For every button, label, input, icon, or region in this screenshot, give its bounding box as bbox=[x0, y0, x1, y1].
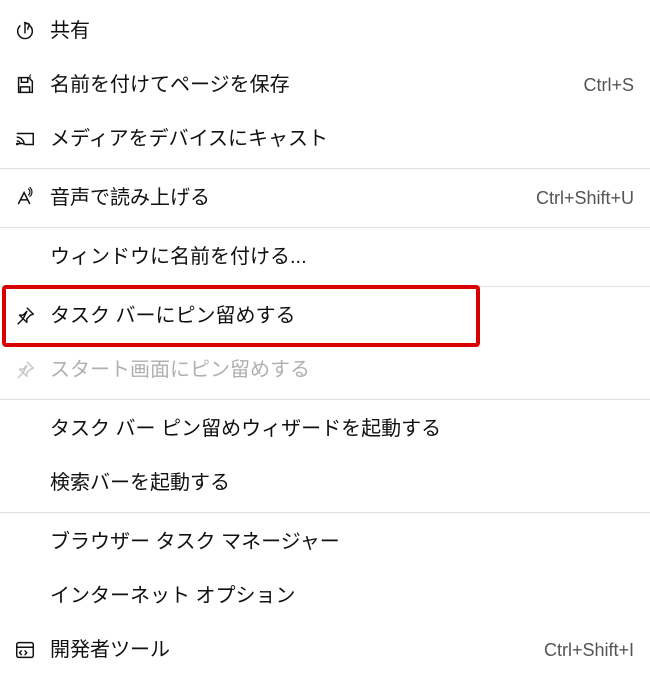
read-aloud-icon bbox=[14, 185, 44, 211]
menu-item-launch-pin-wizard[interactable]: タスク バー ピン留めウィザードを起動する bbox=[0, 402, 650, 456]
dev-tools-icon bbox=[14, 637, 44, 663]
pin-icon bbox=[14, 357, 44, 383]
menu-item-label: ブラウザー タスク マネージャー bbox=[50, 528, 634, 556]
menu-item-shortcut: Ctrl+Shift+U bbox=[536, 188, 634, 209]
menu-separator bbox=[0, 227, 650, 228]
menu-separator bbox=[0, 168, 650, 169]
menu-separator bbox=[0, 512, 650, 513]
context-menu: 共有 名前を付けてページを保存 Ctrl+S メディアをデバイスにキャスト bbox=[0, 0, 650, 681]
menu-item-task-manager[interactable]: ブラウザー タスク マネージャー bbox=[0, 515, 650, 569]
menu-item-label: インターネット オプション bbox=[50, 582, 634, 610]
menu-separator bbox=[0, 399, 650, 400]
menu-item-launch-searchbar[interactable]: 検索バーを起動する bbox=[0, 456, 650, 510]
menu-item-dev-tools[interactable]: 開発者ツール Ctrl+Shift+I bbox=[0, 623, 650, 677]
menu-item-read-aloud[interactable]: 音声で読み上げる Ctrl+Shift+U bbox=[0, 171, 650, 225]
menu-item-label: タスク バー ピン留めウィザードを起動する bbox=[50, 415, 634, 443]
share-icon bbox=[14, 18, 44, 44]
menu-item-label: 音声で読み上げる bbox=[50, 184, 524, 212]
menu-separator bbox=[0, 286, 650, 287]
menu-item-label: 検索バーを起動する bbox=[50, 469, 634, 497]
menu-item-pin-taskbar[interactable]: タスク バーにピン留めする bbox=[0, 289, 650, 343]
menu-item-pin-start: スタート画面にピン留めする bbox=[0, 343, 650, 397]
menu-item-label: メディアをデバイスにキャスト bbox=[50, 125, 634, 153]
menu-item-label: 共有 bbox=[50, 17, 634, 45]
menu-item-label: 名前を付けてページを保存 bbox=[50, 71, 571, 99]
menu-item-save-page[interactable]: 名前を付けてページを保存 Ctrl+S bbox=[0, 58, 650, 112]
menu-item-cast[interactable]: メディアをデバイスにキャスト bbox=[0, 112, 650, 166]
save-icon bbox=[14, 72, 44, 98]
pin-icon bbox=[14, 303, 44, 329]
menu-item-internet-options[interactable]: インターネット オプション bbox=[0, 569, 650, 623]
menu-item-shortcut: Ctrl+S bbox=[583, 75, 634, 96]
menu-item-label: タスク バーにピン留めする bbox=[50, 302, 634, 330]
menu-item-name-window[interactable]: ウィンドウに名前を付ける... bbox=[0, 230, 650, 284]
menu-item-shortcut: Ctrl+Shift+I bbox=[544, 640, 634, 661]
menu-item-share[interactable]: 共有 bbox=[0, 4, 650, 58]
menu-item-label: ウィンドウに名前を付ける... bbox=[50, 243, 634, 271]
menu-item-label: スタート画面にピン留めする bbox=[50, 356, 634, 384]
cast-icon bbox=[14, 126, 44, 152]
menu-item-label: 開発者ツール bbox=[50, 636, 532, 664]
